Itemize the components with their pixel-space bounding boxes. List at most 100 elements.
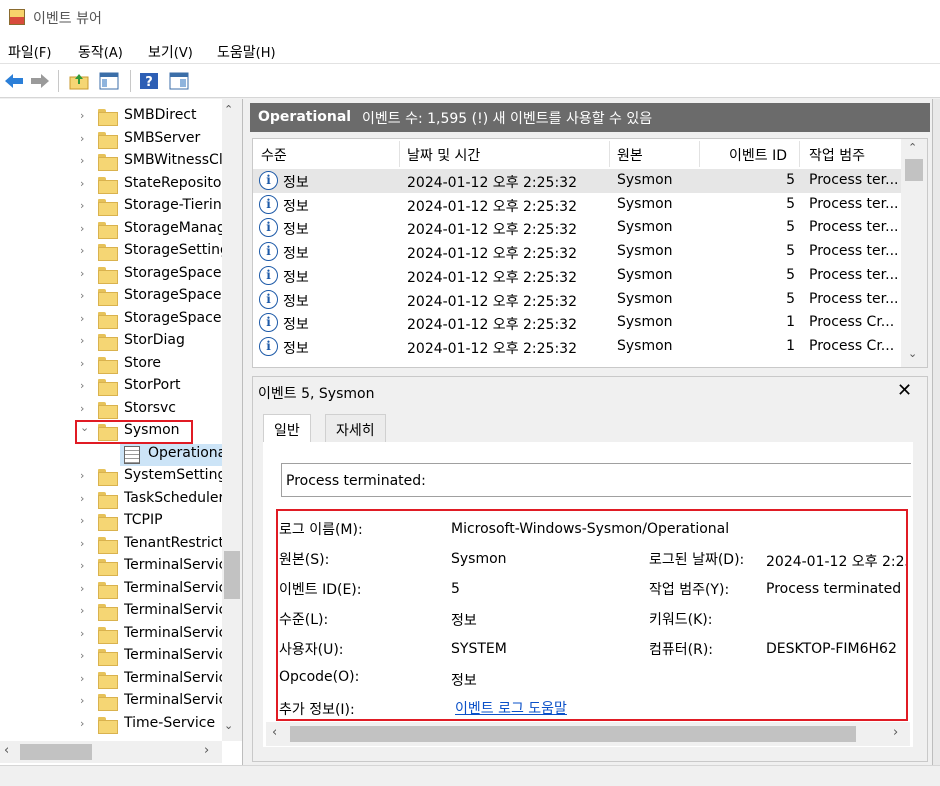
tree-item[interactable]: › TCPIP <box>0 511 222 533</box>
tree-item[interactable]: › SMBDirect <box>0 106 222 128</box>
chevron-right-icon[interactable]: › <box>80 582 84 595</box>
scroll-down-icon[interactable]: ⌄ <box>908 347 917 360</box>
chevron-right-icon[interactable]: › <box>80 357 84 370</box>
scroll-right-icon[interactable]: › <box>893 725 898 740</box>
properties-highlight-box <box>276 509 908 721</box>
chevron-right-icon[interactable]: › <box>80 604 84 617</box>
close-icon[interactable]: ✕ <box>897 380 912 401</box>
chevron-right-icon[interactable]: › <box>80 514 84 527</box>
menu-help[interactable]: 도움말(H) <box>217 42 276 62</box>
chevron-right-icon[interactable]: › <box>80 244 84 257</box>
column-header-task-category[interactable]: 작업 범주 <box>809 145 865 165</box>
tree-hscroll-thumb[interactable] <box>20 744 92 760</box>
tree-item[interactable]: › SystemSettings <box>0 466 222 488</box>
tree-item[interactable]: Operationa <box>120 443 222 466</box>
folder-icon <box>98 536 118 554</box>
event-row[interactable]: i 정보 2024-01-12 오후 2:25:32 Sysmon 5 Process t… <box>253 288 901 312</box>
chevron-right-icon[interactable]: › <box>80 402 84 415</box>
tree-item[interactable]: › StorDiag <box>0 331 222 353</box>
event-row[interactable]: i 정보 2024-01-12 오후 2:25:32 Sysmon 5 Process t… <box>253 169 901 193</box>
chevron-right-icon[interactable]: › <box>80 289 84 302</box>
column-header-datetime[interactable]: 날짜 및 시간 <box>407 145 480 165</box>
chevron-right-icon[interactable]: › <box>80 627 84 640</box>
chevron-right-icon[interactable]: › <box>80 559 84 572</box>
forward-arrow-icon[interactable] <box>29 70 51 92</box>
tree-item[interactable]: › TenantRestricti <box>0 534 222 556</box>
back-arrow-icon[interactable] <box>3 70 25 92</box>
scroll-down-icon[interactable]: ⌄ <box>224 719 233 732</box>
tree-item[interactable]: › Storsvc <box>0 399 222 421</box>
tree-item[interactable]: › StorageSpaces <box>0 286 222 308</box>
show-hide-tree-icon[interactable] <box>98 70 120 92</box>
help-icon[interactable]: ? <box>138 70 160 92</box>
tree-item[interactable]: › TerminalServic <box>0 624 222 646</box>
tab-general[interactable]: 일반 <box>263 414 311 443</box>
chevron-right-icon[interactable]: › <box>80 109 84 122</box>
chevron-right-icon[interactable]: › <box>80 379 84 392</box>
column-header-level[interactable]: 수준 <box>261 145 287 165</box>
chevron-right-icon[interactable]: › <box>80 672 84 685</box>
event-row[interactable]: i 정보 2024-01-12 오후 2:25:32 Sysmon 1 Process C… <box>253 311 901 335</box>
chevron-right-icon[interactable]: › <box>80 132 84 145</box>
events-scroll-thumb[interactable] <box>905 159 923 181</box>
tree-item[interactable]: › SMBServer <box>0 129 222 151</box>
scroll-up-icon[interactable]: ⌃ <box>224 103 233 116</box>
tree-item[interactable]: › TaskScheduler <box>0 489 222 511</box>
tree-item[interactable]: › Store <box>0 354 222 376</box>
tree-item[interactable]: › TerminalServic <box>0 556 222 578</box>
chevron-right-icon[interactable]: › <box>80 694 84 707</box>
tree-item[interactable]: › TerminalServic <box>0 691 222 713</box>
tree-item[interactable]: › StorPort <box>0 376 222 398</box>
event-row[interactable]: i 정보 2024-01-12 오후 2:25:32 Sysmon 1 Process C… <box>253 335 901 359</box>
tree-item[interactable]: › TerminalServic <box>0 579 222 601</box>
tree-item[interactable]: › StorageManag <box>0 219 222 241</box>
event-task-category: Process ter... <box>809 266 899 283</box>
event-row[interactable]: i 정보 2024-01-12 오후 2:25:32 Sysmon 5 Process t… <box>253 193 901 217</box>
detail-hscroll-thumb[interactable] <box>290 726 856 742</box>
chevron-right-icon[interactable]: › <box>80 469 84 482</box>
tree-item[interactable]: › TerminalServic <box>0 646 222 668</box>
event-description-box[interactable]: Process terminated: <box>281 463 911 497</box>
chevron-right-icon[interactable]: › <box>80 649 84 662</box>
window-title: 이벤트 뷰어 <box>33 11 102 27</box>
tree-item[interactable]: › StorageSetting <box>0 241 222 263</box>
tree-item[interactable]: › TerminalServic <box>0 601 222 623</box>
column-header-source[interactable]: 원본 <box>617 145 643 165</box>
chevron-right-icon[interactable]: › <box>80 492 84 505</box>
event-id: 5 <box>786 243 795 260</box>
scroll-up-icon[interactable]: ⌃ <box>908 141 917 154</box>
menu-action[interactable]: 동작(A) <box>78 42 123 62</box>
tree-item[interactable]: › Time-Service <box>0 714 222 736</box>
chevron-right-icon[interactable]: › <box>80 267 84 280</box>
column-header-event-id[interactable]: 이벤트 ID <box>729 145 787 165</box>
event-row[interactable]: i 정보 2024-01-12 오후 2:25:32 Sysmon 5 Process t… <box>253 264 901 288</box>
tree-item[interactable]: › StorageSpaces <box>0 264 222 286</box>
menu-view[interactable]: 보기(V) <box>148 42 193 62</box>
chevron-right-icon[interactable]: › <box>80 199 84 212</box>
scroll-right-icon[interactable]: › <box>204 743 209 758</box>
folder-icon <box>98 694 118 711</box>
chevron-right-icon[interactable]: › <box>80 717 84 730</box>
chevron-right-icon[interactable]: › <box>80 312 84 325</box>
chevron-right-icon[interactable]: › <box>80 334 84 347</box>
show-hide-action-pane-icon[interactable] <box>168 70 190 92</box>
scroll-left-icon[interactable]: ‹ <box>272 725 277 740</box>
event-row[interactable]: i 정보 2024-01-12 오후 2:25:32 Sysmon 5 Process t… <box>253 216 901 240</box>
menu-file[interactable]: 파일(F) <box>8 42 51 62</box>
tree-vertical-scrollbar[interactable] <box>222 99 242 741</box>
event-task-category: Process ter... <box>809 243 899 260</box>
chevron-right-icon[interactable]: › <box>80 222 84 235</box>
tree-item[interactable]: › TerminalServic <box>0 669 222 691</box>
tree-item[interactable]: › StateRepositor <box>0 174 222 196</box>
up-folder-icon[interactable] <box>68 70 90 92</box>
tree-item[interactable]: › Storage-Tiering <box>0 196 222 218</box>
chevron-right-icon[interactable]: › <box>80 537 84 550</box>
tree-item[interactable]: › SMBWitnessCl <box>0 151 222 173</box>
chevron-right-icon[interactable]: › <box>80 154 84 167</box>
event-row[interactable]: i 정보 2024-01-12 오후 2:25:32 Sysmon 5 Process t… <box>253 240 901 264</box>
chevron-right-icon[interactable]: › <box>80 177 84 190</box>
tab-details[interactable]: 자세히 <box>325 414 386 443</box>
scroll-left-icon[interactable]: ‹ <box>4 743 9 758</box>
tree-item[interactable]: › StorageSpaces <box>0 309 222 331</box>
tree-scroll-thumb[interactable] <box>224 551 240 599</box>
